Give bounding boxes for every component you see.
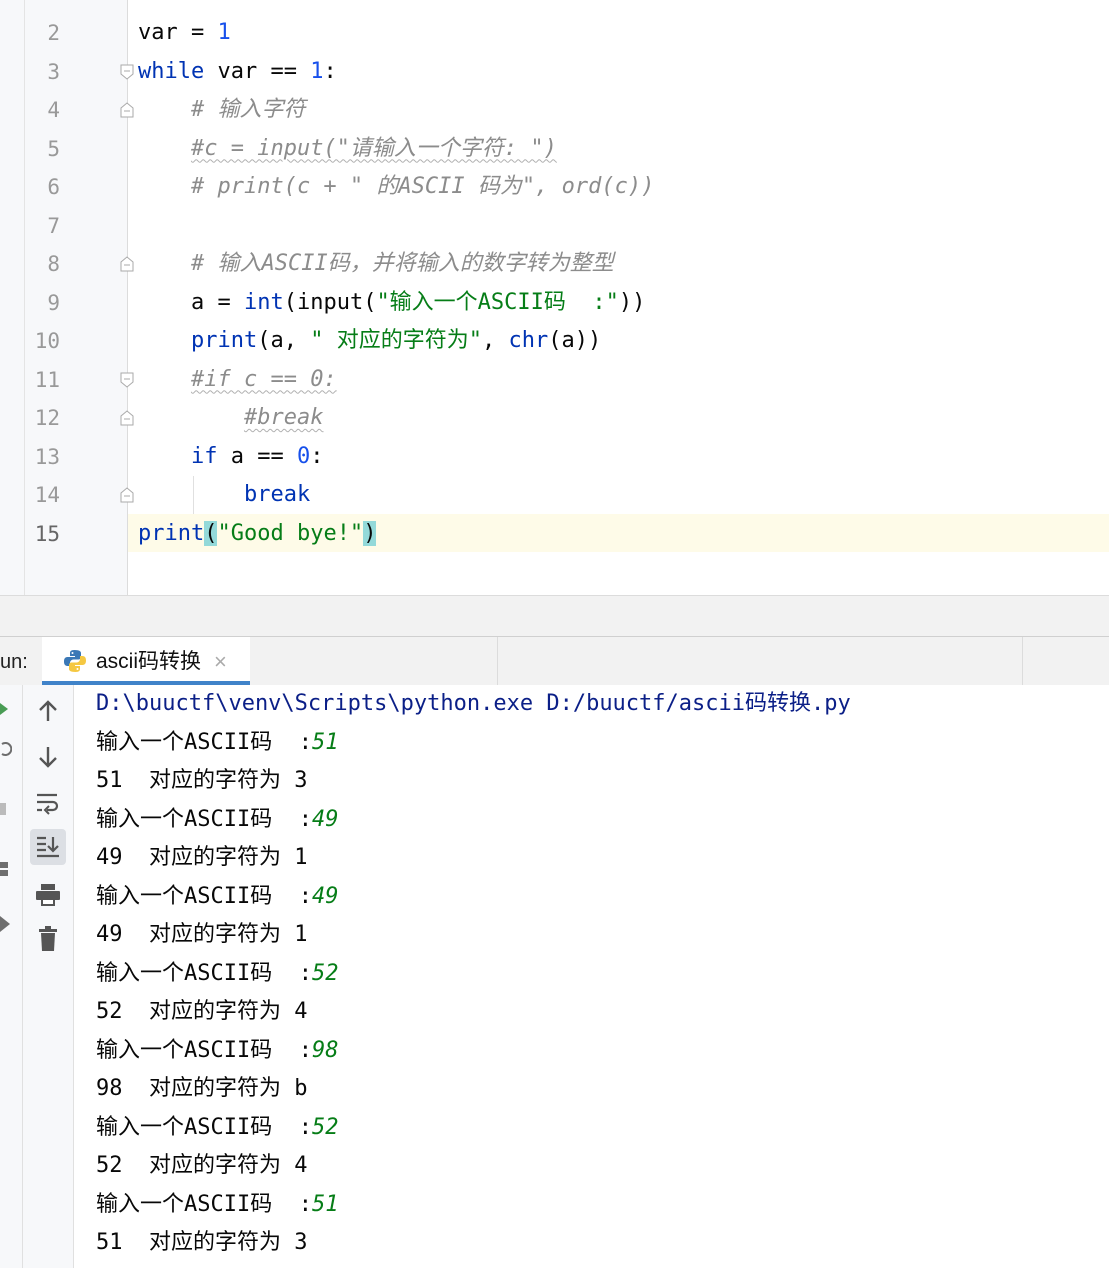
console-output-line: 49 对应的字符为 1	[96, 922, 308, 947]
line-number: 9	[47, 290, 60, 315]
code-line[interactable]: # print(c + " 的ASCII 码为", ord(c))	[138, 168, 654, 206]
code-line[interactable]: # 输入ASCII码，并将输入的数字转为整型	[138, 245, 614, 283]
indent-guide	[193, 476, 194, 514]
line-number: 12	[34, 406, 60, 430]
tab-separator	[497, 637, 498, 685]
stop-icon[interactable]	[0, 741, 12, 757]
line-number: 14	[34, 483, 60, 507]
console-output-line: 51 对应的字符为 3	[96, 768, 308, 793]
console-prompt-line: 输入一个ASCII码 :49	[96, 806, 339, 832]
console-output[interactable]: D:\buuctf\venv\Scripts\python.exe D:/buu…	[96, 685, 1096, 1263]
run-label: un:	[0, 651, 28, 673]
console-prompt-line: 输入一个ASCII码 :51	[96, 1191, 339, 1217]
fold-marker-icon[interactable]	[120, 102, 134, 118]
console-prompt-line: 输入一个ASCII码 :52	[96, 960, 339, 986]
editor-bottom-bar	[0, 595, 1109, 636]
console-left-strip	[0, 685, 23, 1268]
code-line[interactable]: #if c == 0:	[138, 361, 337, 399]
code-line[interactable]: if a == 0:	[138, 438, 323, 476]
code-editor[interactable]: var = 1 while var == 1: # 输入字符 #c = input…	[0, 0, 1109, 595]
close-icon[interactable]: ×	[214, 637, 227, 687]
line-number: 11	[34, 367, 60, 392]
code-line[interactable]: a = int(input("输入一个ASCII码 :"))	[138, 284, 645, 322]
console-command-line: D:\buuctf\venv\Scripts\python.exe D:/buu…	[96, 691, 851, 716]
python-icon	[64, 650, 86, 672]
code-line[interactable]: #c = input("请输入一个字符: ")	[138, 130, 557, 168]
code-line[interactable]: print(a, " 对应的字符为", chr(a))	[138, 322, 601, 360]
console-output-line: 51 对应的字符为 3	[96, 1230, 308, 1255]
console-prompt-line: 输入一个ASCII码 :51	[96, 729, 339, 755]
line-number: 13	[34, 444, 60, 469]
fold-marker-icon[interactable]	[120, 256, 134, 272]
fold-marker-icon[interactable]	[120, 410, 134, 426]
line-number: 6	[47, 175, 60, 199]
code-line[interactable]: print("Good bye!")	[138, 515, 377, 553]
console-output-line: 98 对应的字符为 b	[96, 1076, 308, 1101]
line-number: 2	[47, 21, 60, 45]
fold-marker-icon[interactable]	[120, 64, 134, 80]
line-number: 4	[47, 98, 60, 122]
line-number: 5	[47, 136, 60, 161]
gutter-divider	[127, 0, 128, 595]
rerun-icon[interactable]	[0, 701, 10, 717]
console-prompt-line: 输入一个ASCII码 :52	[96, 1114, 339, 1140]
console-output-line: 52 对应的字符为 4	[96, 999, 308, 1024]
console-toolbar	[23, 685, 74, 1268]
tab-separator	[1022, 637, 1023, 685]
soft-wrap-icon[interactable]	[30, 785, 66, 821]
code-line[interactable]: # 输入字符	[138, 91, 306, 129]
line-number: 10	[34, 329, 60, 353]
console-output-line: 49 对应的字符为 1	[96, 845, 308, 870]
fold-marker-icon[interactable]	[120, 372, 134, 388]
layout-icon[interactable]	[0, 861, 10, 877]
pin-icon[interactable]	[0, 915, 12, 933]
console-output-line: 52 对应的字符为 4	[96, 1153, 308, 1178]
line-number: 7	[47, 213, 60, 238]
trash-icon[interactable]	[30, 921, 66, 957]
run-tool-window-header: un: ascii码转换 ×	[0, 636, 1109, 686]
down-arrow-icon[interactable]	[30, 739, 66, 775]
fold-marker-icon[interactable]	[120, 487, 134, 503]
run-console: D:\buuctf\venv\Scripts\python.exe D:/buu…	[0, 685, 1109, 1268]
console-prompt-line: 输入一个ASCII码 :98	[96, 1037, 339, 1063]
line-number: 8	[47, 252, 60, 276]
code-line[interactable]: var = 1	[138, 14, 231, 52]
code-line[interactable]: break	[138, 476, 310, 514]
left-tool-strip	[0, 0, 25, 635]
tab-ascii-convert[interactable]: ascii码转换 ×	[42, 637, 250, 685]
print-icon[interactable]	[30, 877, 66, 913]
code-line[interactable]: while var == 1:	[138, 53, 337, 91]
scroll-to-end-icon[interactable]	[30, 829, 66, 865]
code-line[interactable]: #break	[138, 399, 323, 437]
tab-title: ascii码转换	[96, 650, 202, 673]
up-arrow-icon[interactable]	[30, 693, 66, 729]
line-number: 15	[34, 521, 60, 546]
console-prompt-line: 输入一个ASCII码 :49	[96, 883, 339, 909]
line-number: 3	[47, 59, 60, 84]
pause-icon[interactable]	[0, 801, 8, 817]
